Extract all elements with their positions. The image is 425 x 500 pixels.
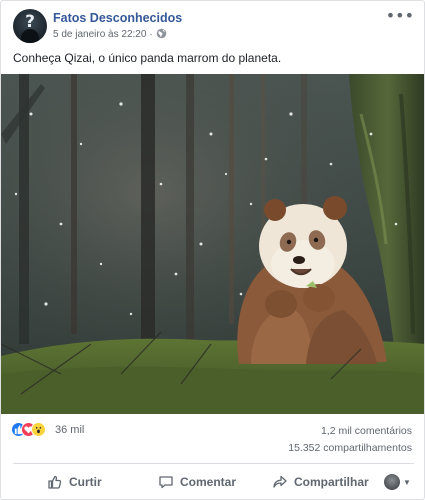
post-actions-bar: Curtir Comentar Compartilhar ▼ [1,467,424,497]
avatar-glyph: ? [25,12,35,32]
brown-panda-photo [1,74,424,414]
viewer-selector[interactable]: ▼ [384,467,411,497]
shares-count-link[interactable]: 15.352 compartilhamentos [288,440,412,457]
share-arrow-icon [273,475,287,488]
like-label: Curtir [69,475,102,489]
post-text: Conheça Qizai, o único panda marrom do p… [13,51,282,65]
post-card: ? Fatos Desconhecidos 5 de janeiro às 22… [0,0,425,500]
wow-react-icon [31,422,46,437]
comment-button[interactable]: Comentar [158,467,236,497]
comment-icon [159,476,173,489]
viewer-avatar [384,474,400,490]
comments-count-link[interactable]: 1,2 mil comentários [288,423,412,440]
globe-icon[interactable] [156,28,167,39]
post-meta: 5 de janeiro às 22:20 · [53,28,167,40]
engagement-stats: 1,2 mil comentários 15.352 compartilhame… [288,423,412,457]
share-button[interactable]: Compartilhar [272,467,369,497]
page-name-link[interactable]: Fatos Desconhecidos [53,11,182,25]
meta-separator: · [149,29,153,40]
chevron-down-icon: ▼ [403,477,411,487]
actions-divider [13,463,414,464]
post-timestamp[interactable]: 5 de janeiro às 22:20 [53,29,146,40]
post-photo[interactable] [1,74,424,414]
post-header: ? Fatos Desconhecidos 5 de janeiro às 22… [13,8,414,45]
thumbs-up-icon [48,475,62,489]
reaction-count: 36 mil [55,424,85,436]
like-button[interactable]: Curtir [47,467,102,497]
page-avatar[interactable]: ? [13,9,47,43]
more-options-icon[interactable]: ••• [386,8,414,24]
share-label: Compartilhar [294,475,369,489]
comment-label: Comentar [180,475,237,489]
